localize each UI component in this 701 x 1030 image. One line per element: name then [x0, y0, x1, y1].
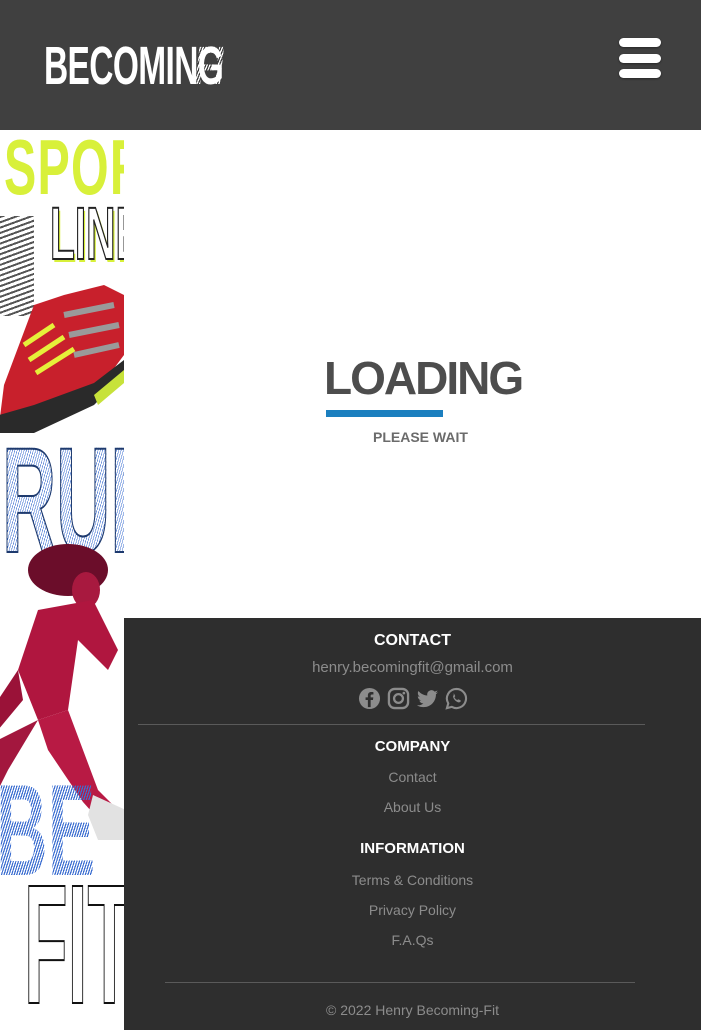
footer-link-about-us[interactable]: About Us: [124, 799, 701, 815]
logo-main-text: BECOMING: [44, 36, 224, 96]
footer-link-faqs[interactable]: F.A.Qs: [124, 932, 701, 948]
footer-link-privacy[interactable]: Privacy Policy: [124, 902, 701, 918]
side-artwork: SPORT LINE RUN BE FIT: [0, 130, 124, 1030]
loading-bar: [326, 410, 443, 417]
art-word-fit: FIT: [24, 850, 124, 1030]
information-heading: INFORMATION: [360, 840, 465, 857]
footer-link-terms[interactable]: Terms & Conditions: [124, 872, 701, 888]
copyright-text: © 2022 Henry Becoming-Fit: [326, 1002, 499, 1018]
menu-bar: [619, 38, 661, 47]
running-shoe-image: [0, 285, 124, 433]
contact-heading: CONTACT: [373, 632, 452, 649]
footer-link-contact[interactable]: Contact: [124, 769, 701, 785]
social-links: [124, 687, 701, 710]
logo-accent-text: FIT: [191, 36, 247, 96]
hamburger-icon[interactable]: [619, 38, 661, 78]
menu-bar: [619, 53, 661, 63]
whatsapp-icon[interactable]: [444, 687, 468, 710]
loading-subtitle: PLEASE WAIT: [373, 429, 468, 445]
menu-bar: [619, 69, 661, 78]
instagram-icon[interactable]: [387, 687, 410, 710]
site-header: BECOMING FIT: [0, 0, 701, 130]
twitter-icon[interactable]: [416, 687, 439, 710]
art-word-line: LINE: [49, 192, 124, 275]
company-heading: COMPANY: [374, 738, 451, 755]
footer-divider: [165, 982, 635, 983]
loading-title: LOADING: [324, 352, 524, 404]
contact-email-link[interactable]: henry.becomingfit@gmail.com: [124, 659, 701, 676]
site-footer: CONTACT henry.becomingfit@gmail.com COMP…: [124, 618, 701, 1030]
facebook-icon[interactable]: [358, 687, 381, 710]
site-logo[interactable]: BECOMING FIT: [44, 36, 247, 96]
footer-divider: [138, 724, 645, 725]
